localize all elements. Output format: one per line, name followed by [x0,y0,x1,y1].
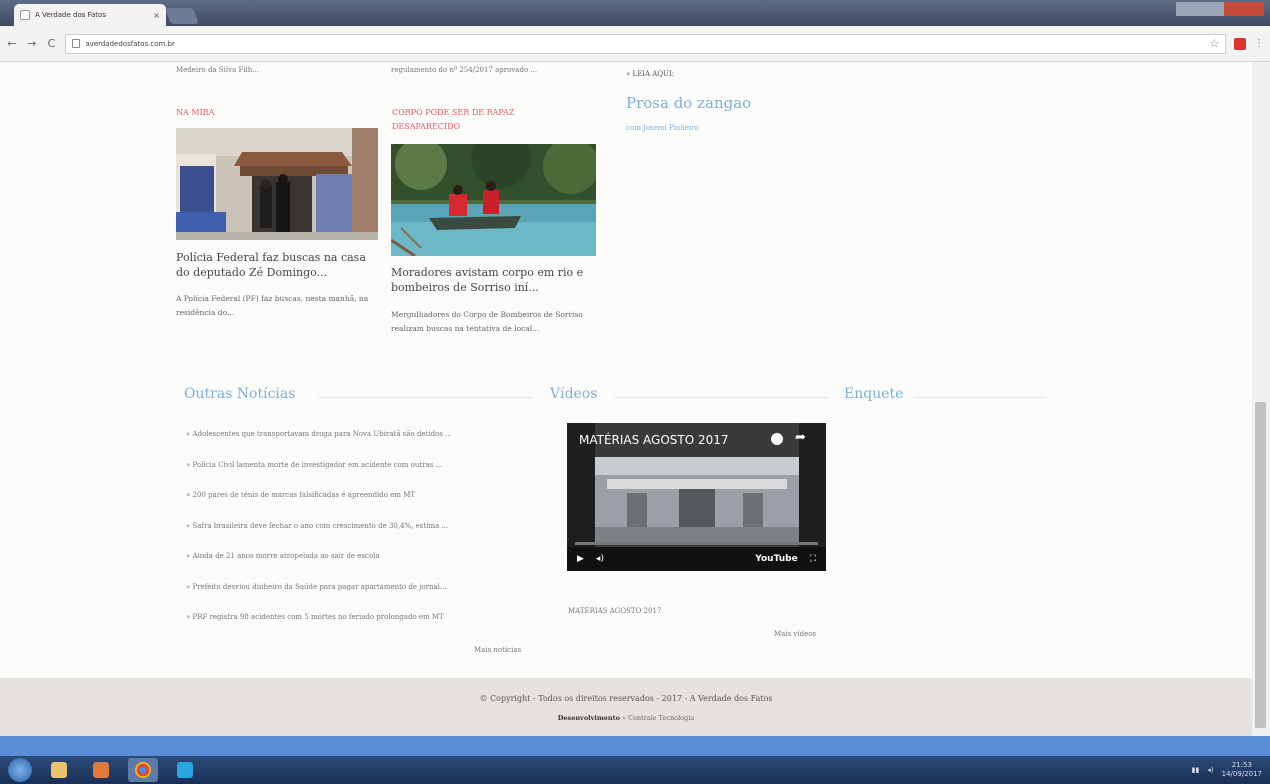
taskbar-chrome[interactable] [128,758,158,782]
folder-icon [51,762,67,778]
developer-link[interactable]: » Centrale Tecnologia [622,714,694,722]
reload-button[interactable]: C [46,37,58,50]
new-tab-button[interactable] [165,8,199,24]
address-bar[interactable]: averdadedosfatos.com.br ☆ [65,33,1227,54]
screen: A Verdade dos Fatos × ← → C averdadedosf… [0,0,1270,784]
clock-time: 21:53 [1231,761,1252,769]
page-favicon-icon [20,10,30,20]
browser-toolbar: ← → C averdadedosfatos.com.br ☆ ⋮ [0,26,1270,62]
video-player[interactable]: MATÉRIAS AGOSTO 2017 ➦ ▶ ◂) YouTube ⛶ [567,423,826,571]
section-title-videos: Vídeos [550,386,598,402]
article-headline[interactable]: Polícia Federal faz buscas na casa do de… [176,250,376,280]
page-footer: © Copyright - Todos os direitos reservad… [0,678,1252,736]
minimize-button[interactable] [1176,2,1200,16]
taskbar-skype[interactable] [170,758,200,782]
watch-later-icon[interactable] [771,433,783,445]
read-here-label: » LEIA AQUI: [626,70,675,78]
url-text: averdadedosfatos.com.br [85,39,175,48]
snippet-middle[interactable]: regulamento do nº 254/2017 aprovado ... [391,66,537,74]
column-title[interactable]: Prosa do zangao [626,94,751,112]
more-news-link[interactable]: Mais notícias [474,646,521,654]
web-page: Medeiro da Silva Filh... regulamento do … [0,62,1252,736]
volume-tray-icon[interactable]: ◂) [1207,766,1213,774]
youtube-logo[interactable]: YouTube [755,554,797,564]
page-bottom-strip [0,736,1270,756]
section-title-news: Outras Notícias [184,386,296,402]
section-title-poll: Enquete [844,386,904,402]
os-taskbar: ▮▮ ◂) 21:53 14/09/2017 [0,756,1270,784]
section-divider [318,397,532,398]
browser-titlebar: A Verdade dos Fatos × [0,0,1270,26]
snippet-left[interactable]: Medeiro da Silva Filh... [176,66,259,74]
video-controls: ▶ ◂) YouTube ⛶ [567,547,826,571]
news-list-item[interactable]: » Ainda de 21 anos morre atropelada ao s… [186,549,546,580]
taskbar-media[interactable] [86,758,116,782]
scrollbar-thumb[interactable] [1255,402,1266,728]
bookmark-star-icon[interactable]: ☆ [1209,37,1219,50]
article-kicker[interactable]: CORPO PODE SER DE RAPAZ DESAPARECIDO [392,106,552,134]
window-controls [1176,2,1264,16]
taskbar-explorer[interactable] [44,758,74,782]
news-list-item[interactable]: » Adolescentes que transportavam droga p… [186,427,546,458]
chrome-icon [135,762,151,778]
news-list-item[interactable]: » Prefeito desviou dinheiro da Saúde par… [186,580,546,611]
article-photo[interactable] [176,128,378,240]
network-icon[interactable]: ▮▮ [1192,766,1200,774]
copyright-text: © Copyright - Todos os direitos reservad… [479,694,773,703]
page-info-icon[interactable] [72,39,81,48]
article-headline[interactable]: Moradores avistam corpo em rio e bombeir… [391,265,596,295]
article-photo[interactable] [391,144,596,256]
article-summary: A Polícia Federal (PF) faz buscas, nesta… [176,294,369,317]
fullscreen-icon[interactable]: ⛶ [810,554,816,564]
play-icon[interactable]: ▶ [577,554,584,564]
more-videos-link[interactable]: Mais vídeos [774,630,816,638]
video-title[interactable]: MATÉRIAS AGOSTO 2017 [579,433,729,447]
browser-menu-button[interactable]: ⋮ [1254,38,1264,49]
page-scrollbar[interactable] [1252,62,1270,736]
tab-close-icon[interactable]: × [153,11,160,20]
extension-icon[interactable] [1234,37,1246,50]
media-player-icon [93,762,109,778]
news-list-item[interactable]: » PRF registra 98 acidentes com 5 mortes… [186,610,546,641]
share-icon[interactable]: ➦ [795,430,806,445]
clock-date: 14/09/2017 [1221,770,1262,778]
news-list-item[interactable]: » Polícia Civil lamenta morte de investi… [186,458,546,489]
news-list-item[interactable]: » 200 pares de tênis de marcas falsifica… [186,488,546,519]
tab-title: A Verdade dos Fatos [35,11,106,19]
system-tray: ▮▮ ◂) 21:53 14/09/2017 [1192,761,1262,779]
close-window-button[interactable] [1224,2,1264,16]
section-divider [614,397,828,398]
video-progress-bar[interactable] [575,542,818,545]
news-list-item[interactable]: » Safra brasileira deve fechar o ano com… [186,519,546,550]
article-kicker[interactable]: NA MIRA [176,106,214,120]
volume-icon[interactable]: ◂) [596,554,604,564]
video-caption[interactable]: MATÉRIAS AGOSTO 2017 [568,607,661,615]
back-button[interactable]: ← [6,37,18,50]
news-list: » Adolescentes que transportavam droga p… [186,427,546,641]
maximize-button[interactable] [1200,2,1224,16]
developer-label: Desenvolvimento [557,714,620,722]
browser-tab[interactable]: A Verdade dos Fatos × [14,4,166,26]
column-author[interactable]: com Josemi Pinheiro [626,124,699,132]
article-summary: Mergulhadores do Corpo de Bombeiros de S… [391,310,583,333]
system-clock[interactable]: 21:53 14/09/2017 [1222,761,1262,779]
start-button[interactable] [8,758,32,782]
section-divider [914,397,1046,398]
skype-icon [177,762,193,778]
developer-credit: Desenvolvimento » Centrale Tecnologia [0,714,1252,722]
forward-button[interactable]: → [26,37,38,50]
